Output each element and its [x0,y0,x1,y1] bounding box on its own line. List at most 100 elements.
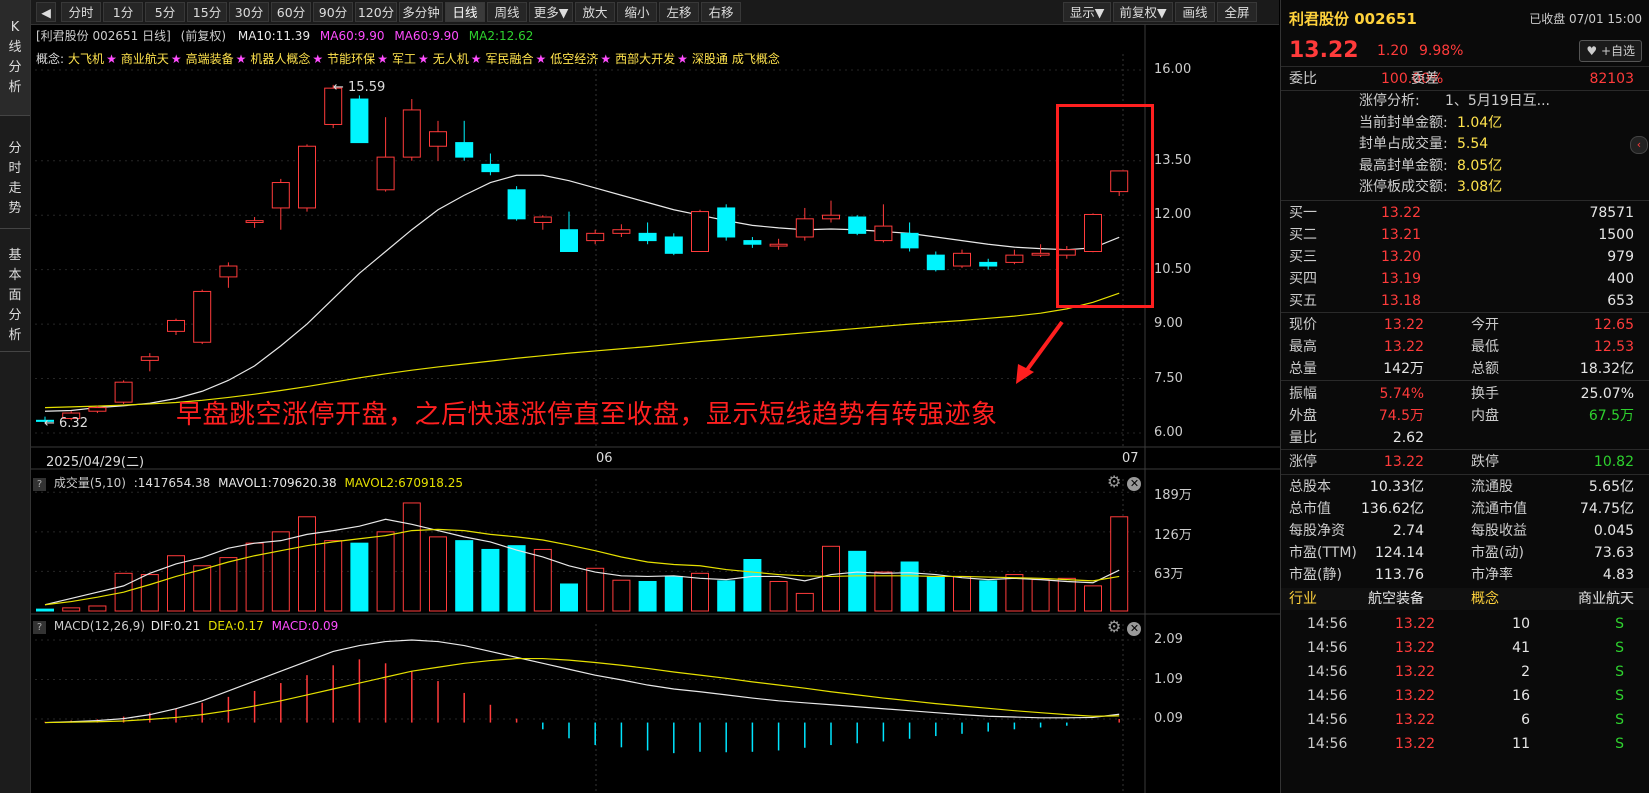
stat-row: 涨停 13.22 跌停 10.82 [1281,451,1649,473]
close-icon[interactable]: ✕ [1127,622,1142,636]
period-90m[interactable]: 90分 [313,2,353,22]
zoom-out-button[interactable]: 缩小 [617,2,657,22]
stat-row: 最高 13.22 最低 12.53 [1281,336,1649,358]
tick-price: 13.22 [1395,712,1436,728]
tick-volume: 11 [1512,736,1530,752]
dea-value: DEA:0.17 [208,619,264,633]
candle [455,120,474,161]
candle [560,211,578,253]
volume-bar [140,574,159,612]
volume-bar [769,580,788,612]
volume-bar [36,608,54,612]
help-icon[interactable]: ? [33,621,46,634]
candle [219,262,238,288]
period-30m[interactable]: 30分 [229,2,269,22]
add-watchlist-button[interactable]: ♥ +自选 [1579,40,1642,62]
mavol1-value: MAVOL1:709620.38 [218,476,337,490]
industry-concept-row: 行业 航空装备 概念 商业航天 [1281,588,1649,610]
separator [1281,474,1649,475]
adjust-menu[interactable]: 前复权▼ [1113,2,1173,22]
volume-bar [874,571,893,612]
period-minute[interactable]: 分时 [61,2,101,22]
display-menu[interactable]: 显示▼ [1063,2,1111,22]
gear-icon[interactable]: ⚙ [1107,472,1121,491]
period-multi[interactable]: 多分钟 [399,2,443,22]
gear-icon[interactable]: ⚙ [1107,617,1121,636]
period-weekly[interactable]: 周线 [487,2,527,22]
candle [140,353,159,372]
stat-value: 124.14 [1375,545,1424,561]
stat-row: 振幅 5.74% 换手 25.07% [1281,383,1649,405]
candle [664,233,683,256]
stat-row: 总股本 10.33亿 流通股 5.65亿 [1281,476,1649,498]
volume-bar [953,575,971,612]
stat-label: 现价 [1289,317,1317,333]
period-1m[interactable]: 1分 [103,2,143,22]
candle [271,178,290,230]
period-more[interactable]: 更多▼ [529,2,573,22]
price-tick: 12.00 [1154,207,1192,223]
zoom-in-button[interactable]: 放大 [575,2,615,22]
dif-line [44,639,1120,724]
tick-time: 14:56 [1307,616,1348,632]
annotation-text: 早盘跳空涨停开盘，之后快速涨停直至收盘，显示短线趋势有转强迹象 [176,400,998,430]
tick-row: 14:56 13.22 10 S [1281,612,1649,636]
period-120m[interactable]: 120分 [355,2,397,22]
volume-bar [193,565,212,612]
market-status: 已收盘 07/01 15:00 [1529,12,1642,26]
bid-price: 13.21 [1381,227,1422,243]
collapse-panel-button[interactable]: ‹ [1630,136,1648,154]
period-daily[interactable]: 日线 [445,2,485,22]
annotation-arrow [1016,320,1064,384]
candle [376,117,395,192]
macd-tick: 1.09 [1154,671,1183,687]
candle [1005,249,1024,265]
tab-kline[interactable]: K线分析 [0,0,30,116]
candle [795,207,814,241]
stat-value: 25.07% [1580,386,1634,402]
period-5m[interactable]: 5分 [145,2,185,22]
volume-bar [743,558,762,612]
volume-bar [1057,577,1076,612]
volume-bar [560,583,578,612]
chevron-left-icon: ‹ [1636,138,1642,151]
draw-line-button[interactable]: 画线 [1175,2,1215,22]
stat-value: 136.62亿 [1361,501,1424,517]
bid-volume: 400 [1607,271,1634,287]
tick-direction: S [1615,712,1624,728]
help-icon[interactable]: ? [33,478,46,491]
stat-value: 13.22 [1383,454,1424,470]
volume-title: 成交量(5,10) [53,476,126,490]
price-tick: 10.50 [1154,261,1192,277]
candle [298,144,316,212]
tab-intraday[interactable]: 分时走势 [0,117,30,229]
candle [953,249,971,268]
volume-bar [979,580,998,612]
stat-label: 总市值 [1289,501,1331,517]
stat-label: 今开 [1471,317,1499,333]
tab-fundamental[interactable]: 基本面分析 [0,230,30,352]
volume-bar [900,561,919,612]
bid-label: 买二 [1289,227,1317,243]
close-icon[interactable]: ✕ [1127,477,1142,491]
fullscreen-button[interactable]: 全屏 [1217,2,1257,22]
volume-bar [1005,574,1024,612]
industry-value: 航空装备 [1368,591,1424,607]
stat-value: 74.5万 [1378,408,1424,424]
tick-price: 13.22 [1395,688,1436,704]
candle [1031,244,1050,257]
weibi-label: 委比 [1289,71,1317,87]
candle [874,204,893,243]
move-left-button[interactable]: 左移 [659,2,699,22]
volume-tick: 63万 [1154,567,1184,583]
price-tick: 7.50 [1154,370,1183,386]
date-tick: 07 [1122,451,1139,466]
limit-row: 涨停板成交额: 3.08亿 [1281,177,1649,198]
back-button[interactable]: ◀ [36,2,56,22]
move-right-button[interactable]: 右移 [701,2,741,22]
period-60m[interactable]: 60分 [271,2,311,22]
price-tick: 9.00 [1154,316,1183,332]
period-15m[interactable]: 15分 [187,2,227,22]
volume-bar [822,545,840,612]
stat-row: 外盘 74.5万 内盘 67.5万 [1281,405,1649,427]
